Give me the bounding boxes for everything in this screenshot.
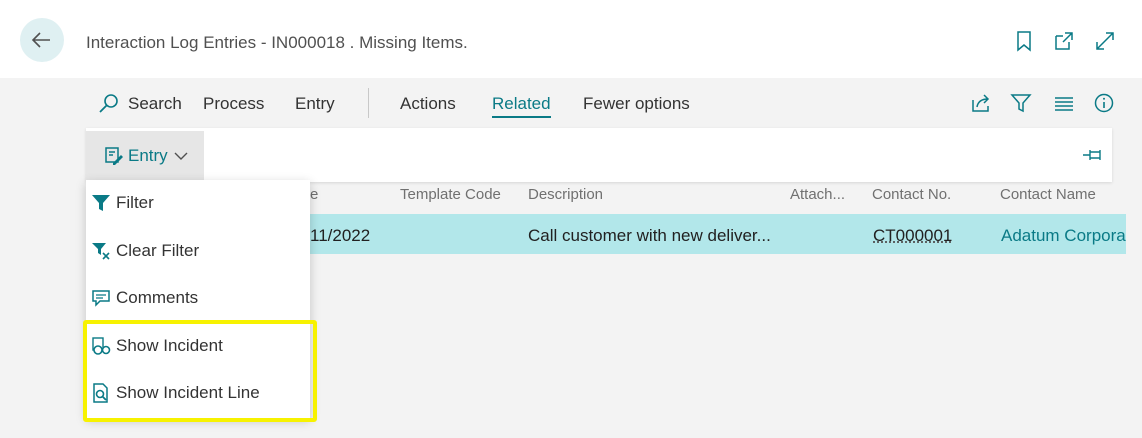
entry-tab[interactable]: Entry xyxy=(295,94,335,114)
back-button[interactable] xyxy=(20,18,64,62)
back-arrow-icon xyxy=(31,32,50,48)
entry-edit-icon xyxy=(105,146,123,165)
action-bar: Search Process Entry Actions Related Few… xyxy=(86,84,1126,124)
menu-item-filter[interactable]: Filter xyxy=(86,180,310,226)
page-header: Interaction Log Entries - IN000018 . Mis… xyxy=(0,0,1142,78)
entry-group-label: Entry xyxy=(128,145,168,165)
row-contact-name-link[interactable]: Adatum Corpora xyxy=(1001,226,1126,246)
column-header-contact-name[interactable]: Contact Name xyxy=(1000,186,1096,203)
share-icon[interactable] xyxy=(970,92,992,114)
page-title: Interaction Log Entries - IN000018 . Mis… xyxy=(86,33,468,52)
process-tab[interactable]: Process xyxy=(203,94,264,114)
column-header-date[interactable]: e xyxy=(310,186,318,203)
pin-icon[interactable] xyxy=(1082,146,1104,164)
column-header-attachment[interactable]: Attach... xyxy=(790,186,845,203)
fewer-options-button[interactable]: Fewer options xyxy=(583,94,690,114)
expand-icon[interactable] xyxy=(1094,30,1116,52)
menu-item-clear-filter[interactable]: Clear Filter xyxy=(86,228,310,274)
actions-tab[interactable]: Actions xyxy=(400,94,456,114)
filter-icon xyxy=(92,195,110,211)
action-bar-divider xyxy=(368,88,369,118)
comments-icon xyxy=(92,290,110,307)
chevron-down-icon xyxy=(174,152,188,160)
row-description: Call customer with new deliver... xyxy=(528,226,771,245)
menu-item-clear-filter-label: Clear Filter xyxy=(116,241,200,260)
highlight-box xyxy=(83,320,317,422)
clear-filter-icon xyxy=(92,243,110,260)
filter-toggle-icon[interactable] xyxy=(1010,92,1032,114)
menu-item-comments-label: Comments xyxy=(116,288,199,307)
column-header-template-code[interactable]: Template Code xyxy=(400,186,501,203)
row-date: 11/2022 xyxy=(310,226,371,245)
column-header-description[interactable]: Description xyxy=(528,186,603,203)
list-view-icon[interactable] xyxy=(1053,92,1075,114)
bookmark-icon[interactable] xyxy=(1013,30,1035,52)
info-icon[interactable] xyxy=(1093,92,1115,114)
search-icon[interactable] xyxy=(98,93,120,115)
related-tab[interactable]: Related xyxy=(492,94,551,118)
open-new-window-icon[interactable] xyxy=(1053,30,1075,52)
row-contact-no-link[interactable]: CT000001 xyxy=(873,226,952,246)
entry-group-button[interactable]: Entry xyxy=(86,131,204,180)
search-action[interactable]: Search xyxy=(128,94,182,114)
menu-item-comments[interactable]: Comments xyxy=(86,275,310,321)
action-group-bar: Entry xyxy=(86,128,1112,182)
menu-item-filter-label: Filter xyxy=(116,193,154,212)
column-header-contact-no[interactable]: Contact No. xyxy=(872,186,951,203)
